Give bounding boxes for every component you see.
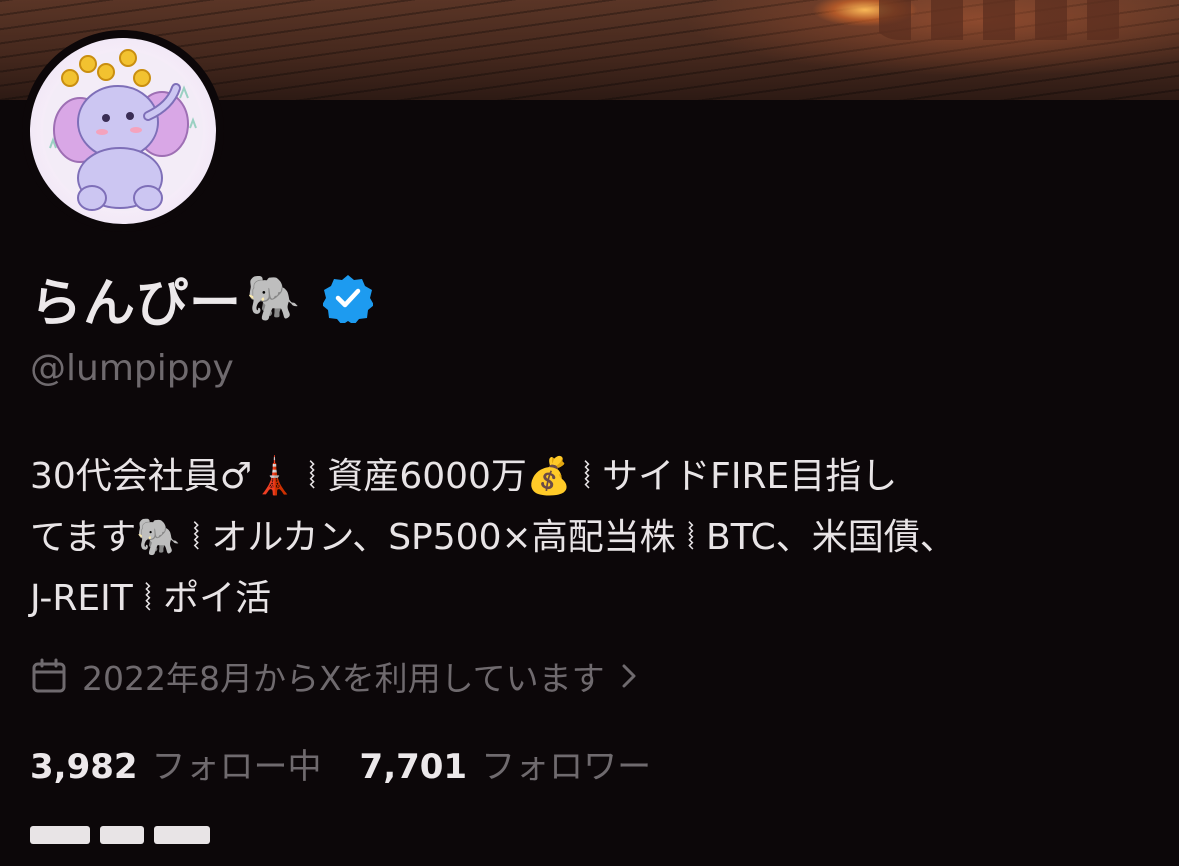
following-count: 3,982 — [30, 746, 138, 787]
joined-date-row[interactable]: 2022年8月からXを利用しています — [30, 650, 653, 702]
bio-line: 30代会社員♂🗼 ⦚ 資産6000万💰 ⦚ サイドFIRE目指し — [30, 456, 898, 497]
avatar[interactable] — [30, 38, 216, 224]
name-elephant-emoji: 🐘 — [246, 273, 301, 324]
clipped-next-section — [30, 826, 230, 866]
profile-name-row: らんぴー 🐘 — [30, 262, 373, 334]
followers-count: 7,701 — [359, 746, 468, 787]
followers-label: フォロワー — [481, 746, 652, 787]
calendar-icon — [32, 658, 66, 693]
elephant-avatar-icon — [43, 49, 203, 211]
profile-handle: @lumpippy — [30, 348, 234, 389]
bio-line: てます🐘 ⦚ オルカン、SP500×高配当株 ⦚ BTC、米国債、 — [30, 517, 956, 558]
verified-badge-icon[interactable] — [322, 273, 373, 323]
joined-date-text: 2022年8月からXを利用しています — [82, 659, 605, 698]
follow-stats: 3,982 フォロー中 7,701 フォロワー — [30, 738, 651, 788]
profile-bio: 30代会社員♂🗼 ⦚ 資産6000万💰 ⦚ サイドFIRE目指し てます🐘 ⦚ … — [30, 446, 1150, 629]
following-label: フォロー中 — [151, 746, 322, 787]
chevron-right-icon — [622, 664, 636, 688]
banner-scenery — [869, 0, 1139, 40]
bio-line: J-REIT ⦚ ポイ活 — [30, 578, 272, 619]
following-link[interactable]: 3,982 フォロー中 — [30, 739, 322, 788]
display-name: らんぴー — [30, 273, 243, 334]
followers-link[interactable]: 7,701 フォロワー — [360, 739, 652, 788]
